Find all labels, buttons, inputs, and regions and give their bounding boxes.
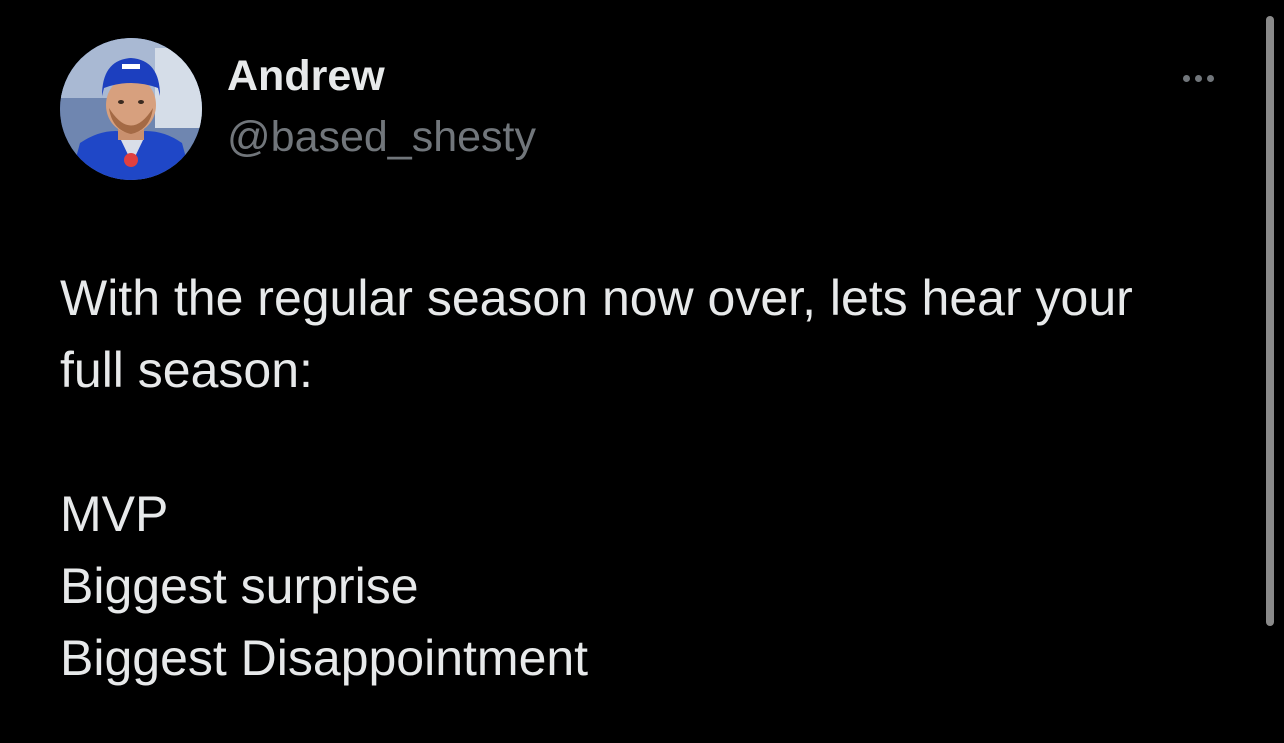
author-handle[interactable]: @based_shesty — [227, 113, 536, 162]
scrollbar[interactable] — [1266, 16, 1274, 626]
avatar-image — [60, 38, 202, 180]
more-horizontal-icon-dot — [1194, 74, 1202, 82]
tweet-text-line: With the regular season now over, lets h… — [60, 270, 1133, 326]
tweet-text-line: full season: — [60, 342, 313, 398]
author-display-name[interactable]: Andrew — [227, 52, 385, 101]
more-horizontal-icon — [1182, 74, 1190, 82]
profile-avatar[interactable] — [60, 38, 202, 180]
tweet-card: Andrew @based_shesty With the regular se… — [0, 0, 1284, 743]
tweet-text: With the regular season now over, lets h… — [60, 262, 1240, 694]
more-horizontal-icon-dot — [1206, 74, 1214, 82]
tweet-text-line: Biggest surprise — [60, 558, 419, 614]
more-options-button[interactable] — [1168, 60, 1228, 96]
tweet-text-line: MVP — [60, 486, 169, 542]
tweet-text-line: Biggest Disappointment — [60, 630, 589, 686]
